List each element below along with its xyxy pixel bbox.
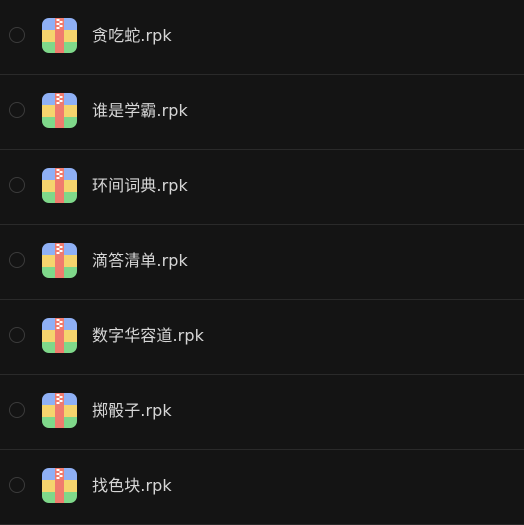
file-name: 谁是学霸.rpk xyxy=(92,101,188,120)
file-name: 贪吃蛇.rpk xyxy=(92,26,172,45)
list-item[interactable]: 找色块.rpk xyxy=(0,450,524,525)
list-item[interactable]: 贪吃蛇.rpk xyxy=(0,0,524,75)
archive-zip-icon xyxy=(42,318,77,353)
archive-zip-icon xyxy=(42,243,77,278)
list-item[interactable]: 数字华容道.rpk xyxy=(0,300,524,375)
file-list: 贪吃蛇.rpk 谁是学霸.rpk 环间词典.rpk 滴答清单.rpk 数字华容道… xyxy=(0,0,524,525)
select-radio[interactable] xyxy=(9,177,25,193)
list-item[interactable]: 滴答清单.rpk xyxy=(0,225,524,300)
archive-zip-icon xyxy=(42,468,77,503)
select-radio[interactable] xyxy=(9,402,25,418)
list-item[interactable]: 掷骰子.rpk xyxy=(0,375,524,450)
archive-zip-icon xyxy=(42,393,77,428)
archive-zip-icon xyxy=(42,168,77,203)
select-radio[interactable] xyxy=(9,252,25,268)
select-radio[interactable] xyxy=(9,477,25,493)
archive-zip-icon xyxy=(42,93,77,128)
file-name: 滴答清单.rpk xyxy=(92,251,188,270)
file-name: 数字华容道.rpk xyxy=(92,326,204,345)
file-name: 环间词典.rpk xyxy=(92,176,188,195)
select-radio[interactable] xyxy=(9,102,25,118)
file-name: 掷骰子.rpk xyxy=(92,401,172,420)
archive-zip-icon xyxy=(42,18,77,53)
select-radio[interactable] xyxy=(9,27,25,43)
list-item[interactable]: 环间词典.rpk xyxy=(0,150,524,225)
list-item[interactable]: 谁是学霸.rpk xyxy=(0,75,524,150)
file-name: 找色块.rpk xyxy=(92,476,172,495)
select-radio[interactable] xyxy=(9,327,25,343)
